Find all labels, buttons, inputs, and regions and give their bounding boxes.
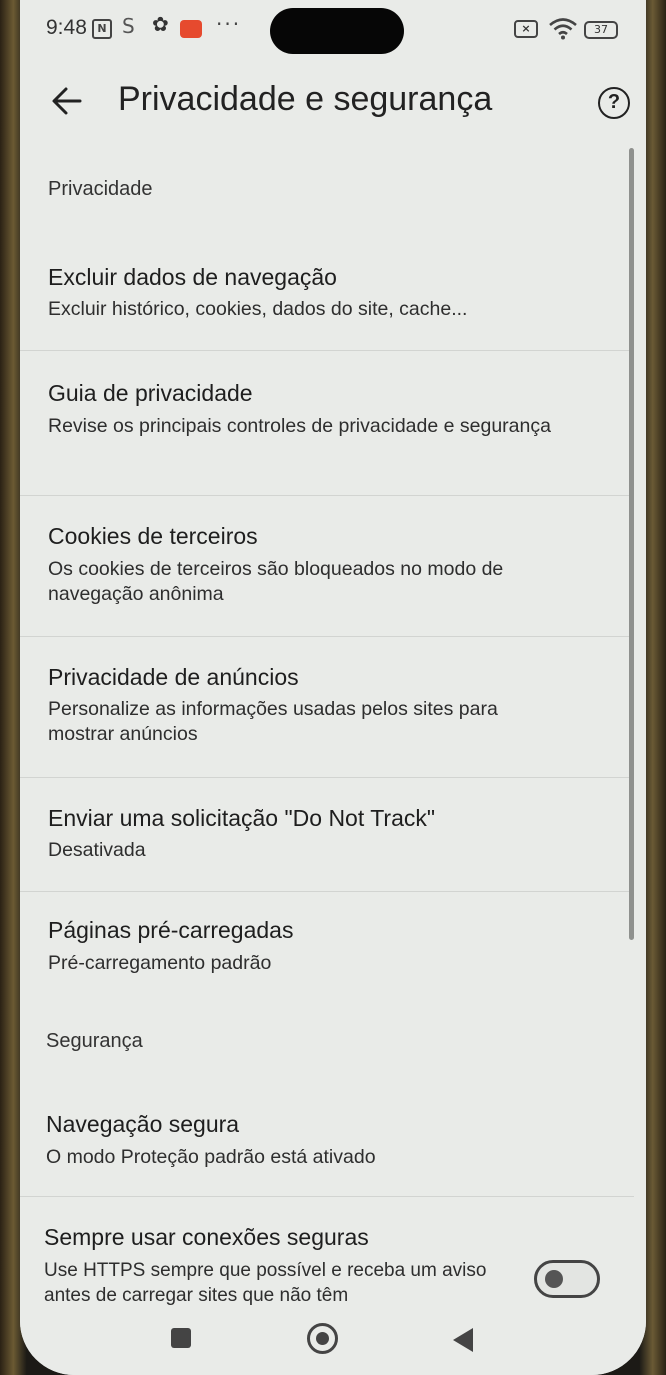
item-title: Sempre usar conexões seguras — [44, 1224, 369, 1250]
gear-icon: ✿ — [152, 12, 169, 36]
toggle-knob — [545, 1270, 563, 1288]
item-preloaded-pages[interactable]: Páginas pré-carregadas Pré-carregamento … — [20, 892, 632, 1002]
recents-button[interactable] — [171, 1328, 191, 1348]
item-always-secure-connections[interactable]: Sempre usar conexões seguras Use HTTPS s… — [20, 1197, 632, 1309]
item-title: Páginas pré-carregadas — [48, 917, 294, 943]
item-title: Excluir dados de navegação — [48, 264, 337, 290]
mail-notification-icon — [180, 20, 202, 38]
https-toggle[interactable] — [534, 1260, 600, 1298]
item-do-not-track[interactable]: Enviar uma solicitação "Do Not Track" De… — [20, 778, 632, 891]
item-title: Guia de privacidade — [48, 380, 253, 406]
item-subtitle: Revise os principais controles de privac… — [48, 415, 551, 437]
more-notifications-icon: ··· — [216, 12, 242, 36]
section-header-privacy: Privacidade — [48, 178, 153, 200]
s-app-icon: S — [122, 14, 135, 38]
scrollbar[interactable] — [629, 148, 634, 940]
item-title: Cookies de terceiros — [48, 523, 258, 549]
item-safe-browsing[interactable]: Navegação segura O modo Proteção padrão … — [20, 1088, 632, 1196]
wifi-icon — [549, 18, 577, 40]
help-icon[interactable]: ? — [598, 87, 630, 119]
item-title: Privacidade de anúncios — [48, 664, 299, 690]
battery-icon: 37 — [584, 21, 618, 39]
item-subtitle: Excluir histórico, cookies, dados do sit… — [48, 298, 468, 320]
page-title: Privacidade e segurança — [118, 80, 493, 118]
item-subtitle: Use HTTPS sempre que possível e receba u… — [44, 1260, 487, 1306]
item-clear-browsing-data[interactable]: Excluir dados de navegação Excluir histó… — [20, 244, 632, 350]
item-subtitle: Os cookies de terceiros são bloqueados n… — [48, 558, 504, 605]
item-subtitle: Desativada — [48, 839, 146, 861]
home-button[interactable] — [307, 1323, 338, 1354]
back-arrow-icon[interactable] — [50, 84, 84, 118]
camera-cutout — [270, 8, 404, 54]
item-third-party-cookies[interactable]: Cookies de terceiros Os cookies de terce… — [20, 496, 632, 636]
item-ad-privacy[interactable]: Privacidade de anúncios Personalize as i… — [20, 637, 632, 777]
item-subtitle: O modo Proteção padrão está ativado — [46, 1146, 376, 1168]
section-header-security: Segurança — [46, 1030, 143, 1052]
system-nav-bar — [20, 1308, 646, 1375]
nfc-icon: N — [92, 19, 112, 39]
screen: 9:48 N S ✿ ··· × 37 Privacidade e segura… — [20, 0, 646, 1375]
sim-off-icon: × — [514, 20, 538, 38]
status-bar: 9:48 N S ✿ ··· × 37 — [20, 0, 646, 62]
item-subtitle: Pré-carregamento padrão — [48, 952, 272, 974]
item-subtitle: Personalize as informações usadas pelos … — [48, 698, 498, 745]
phone-frame: 9:48 N S ✿ ··· × 37 Privacidade e segura… — [0, 0, 666, 1375]
item-title: Enviar uma solicitação "Do Not Track" — [48, 805, 436, 831]
item-title: Navegação segura — [46, 1111, 240, 1137]
app-bar: Privacidade e segurança ? — [20, 62, 646, 144]
back-button[interactable] — [453, 1328, 473, 1352]
status-time: 9:48 — [46, 16, 87, 39]
item-privacy-guide[interactable]: Guia de privacidade Revise os principais… — [20, 351, 632, 495]
